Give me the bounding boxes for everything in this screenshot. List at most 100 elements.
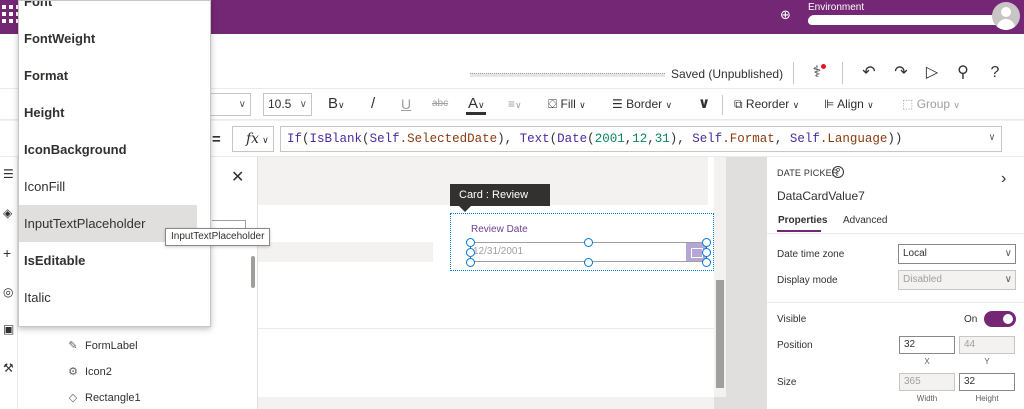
formula-token: IsBlank <box>309 132 363 146</box>
width-input[interactable]: 365 <box>899 373 955 391</box>
align-icon: ⊫ <box>824 97 835 111</box>
tree-scrollbar[interactable] <box>251 256 255 288</box>
add-icon[interactable]: + <box>3 246 15 260</box>
undo-icon[interactable]: ↶ <box>858 62 880 84</box>
date-picker-value: 12/31/2001 <box>473 246 524 257</box>
property-option[interactable]: Font <box>19 1 197 20</box>
x-label: X <box>924 357 930 366</box>
equals-sign: = <box>212 131 221 148</box>
font-color-label: A <box>468 95 479 112</box>
resize-handle[interactable] <box>466 258 475 267</box>
card-label: Review Date <box>471 224 528 235</box>
close-icon[interactable]: ✕ <box>231 167 244 187</box>
media-icon[interactable]: ▣ <box>3 323 15 335</box>
help-icon[interactable]: ? <box>832 166 844 178</box>
bold-button[interactable]: B∨ <box>328 93 345 115</box>
property-option[interactable]: Language <box>19 316 197 326</box>
reorder-icon: ⧉ <box>734 97 743 111</box>
tree-item[interactable]: ⚙ Icon2 <box>66 362 112 382</box>
display-mode-label: Display mode <box>777 275 838 286</box>
fill-button[interactable]: ⛋ Fill ∨ <box>548 93 586 115</box>
property-option[interactable]: IsEditable <box>19 242 197 279</box>
strikethrough-button[interactable]: abc <box>432 93 448 115</box>
shape-icon: ◇ <box>68 392 78 404</box>
panel-divider <box>767 302 1024 303</box>
expand-formula-chevron-icon[interactable]: ∨ <box>989 127 995 151</box>
tooltip-pointer <box>459 206 471 212</box>
resize-handle[interactable] <box>702 248 711 257</box>
share-icon[interactable]: ⚲ <box>952 62 974 84</box>
resize-handle[interactable] <box>466 248 475 257</box>
resize-handle[interactable] <box>584 238 593 247</box>
resize-handle[interactable] <box>702 238 711 247</box>
canvas-divider <box>258 328 714 329</box>
hamburger-icon[interactable]: ☰ <box>3 168 15 180</box>
panel-divider <box>767 233 1024 234</box>
tree-item[interactable]: ◇ Rectangle1 <box>66 388 141 408</box>
property-option[interactable]: Format <box>19 57 197 94</box>
property-tooltip: InputTextPlaceholder <box>165 228 271 246</box>
formula-token: If <box>287 132 303 146</box>
property-dropdown-list[interactable]: Font FontWeight Format Height IconBackground… <box>18 0 211 327</box>
height-input[interactable]: 32 <box>959 373 1015 391</box>
chevron-down-icon: ∨ <box>792 100 800 110</box>
advanced-tools-icon[interactable]: ⚒ <box>3 362 15 374</box>
formula-token: ( <box>362 132 370 146</box>
italic-button[interactable]: / <box>371 93 375 115</box>
date-time-zone-dropdown[interactable]: Local ∨ <box>898 244 1016 264</box>
align-label: Align <box>837 97 864 111</box>
bold-label: B <box>328 95 339 112</box>
fx-function-button[interactable]: fx ∨ <box>232 126 274 152</box>
property-option[interactable]: IconBackground <box>19 131 197 168</box>
canvas-scroll-thumb[interactable] <box>716 280 724 388</box>
group-label: Group <box>916 97 951 111</box>
environment-icon[interactable]: ⊕ <box>780 8 794 22</box>
property-option[interactable]: FontWeight <box>19 20 197 57</box>
formula-input[interactable]: If(IsBlank(Self.SelectedDate), Text(Date… <box>280 126 1002 152</box>
redo-icon[interactable]: ↷ <box>890 62 912 84</box>
user-avatar-icon[interactable] <box>992 2 1020 30</box>
position-label: Position <box>777 340 813 351</box>
date-time-zone-label: Date time zone <box>777 249 845 260</box>
align-button[interactable]: ⊫ Align ∨ <box>824 93 874 115</box>
help-icon[interactable]: ? <box>984 62 1006 84</box>
formula-text: If(IsBlank(Self.SelectedDate), Text(Date… <box>287 132 902 146</box>
resize-handle[interactable] <box>584 258 593 267</box>
property-option[interactable]: Italic <box>19 279 197 316</box>
font-size-dropdown[interactable]: 10.5 ∨ <box>263 93 312 116</box>
tree-item-label: Icon2 <box>85 366 112 378</box>
reorder-button[interactable]: ⧉ Reorder ∨ <box>734 93 799 115</box>
tree-item[interactable]: ✎ FormLabel <box>66 336 137 356</box>
canvas-horizontal-scrollbar[interactable] <box>258 397 714 409</box>
group-button[interactable]: ⬚ Group ∨ <box>902 93 960 115</box>
tree-item-label: Rectangle1 <box>85 392 141 404</box>
layers-icon[interactable]: ◈ <box>3 207 15 219</box>
app-name-redacted <box>470 73 665 77</box>
chevron-down-icon: ∨ <box>299 99 307 110</box>
property-option[interactable]: Height <box>19 94 197 131</box>
resize-handle[interactable] <box>466 238 475 247</box>
formula-token: Self <box>789 132 820 146</box>
font-dropdown[interactable]: ∨ <box>210 93 251 116</box>
resize-handle[interactable] <box>702 258 711 267</box>
display-mode-dropdown[interactable]: Disabled ∨ <box>898 270 1016 290</box>
fill-label: Fill <box>560 97 576 111</box>
data-icon[interactable]: ◎ <box>3 286 15 298</box>
font-size-value: 10.5 <box>268 97 292 111</box>
play-icon[interactable]: ▷ <box>921 62 943 84</box>
underline-button[interactable]: U <box>401 93 411 115</box>
border-button[interactable]: ☰ Border ∨ <box>612 93 672 115</box>
control-name[interactable]: DataCardValue7 <box>777 189 865 203</box>
tab-properties[interactable]: Properties <box>778 215 827 226</box>
more-commands-chevron-icon[interactable]: ∨ <box>698 93 710 115</box>
property-option[interactable]: IconFill <box>19 168 197 205</box>
chevron-right-icon[interactable]: › <box>1001 170 1006 188</box>
position-x-input[interactable]: 32 <box>899 336 955 354</box>
environment-name-redacted[interactable] <box>807 15 1009 25</box>
visible-toggle[interactable] <box>984 311 1016 327</box>
y-label: Y <box>984 357 990 366</box>
size-label: Size <box>777 377 797 388</box>
tab-advanced[interactable]: Advanced <box>843 215 887 226</box>
text-align-button[interactable]: ≡∨ <box>508 93 522 115</box>
position-y-input[interactable]: 44 <box>959 336 1015 354</box>
